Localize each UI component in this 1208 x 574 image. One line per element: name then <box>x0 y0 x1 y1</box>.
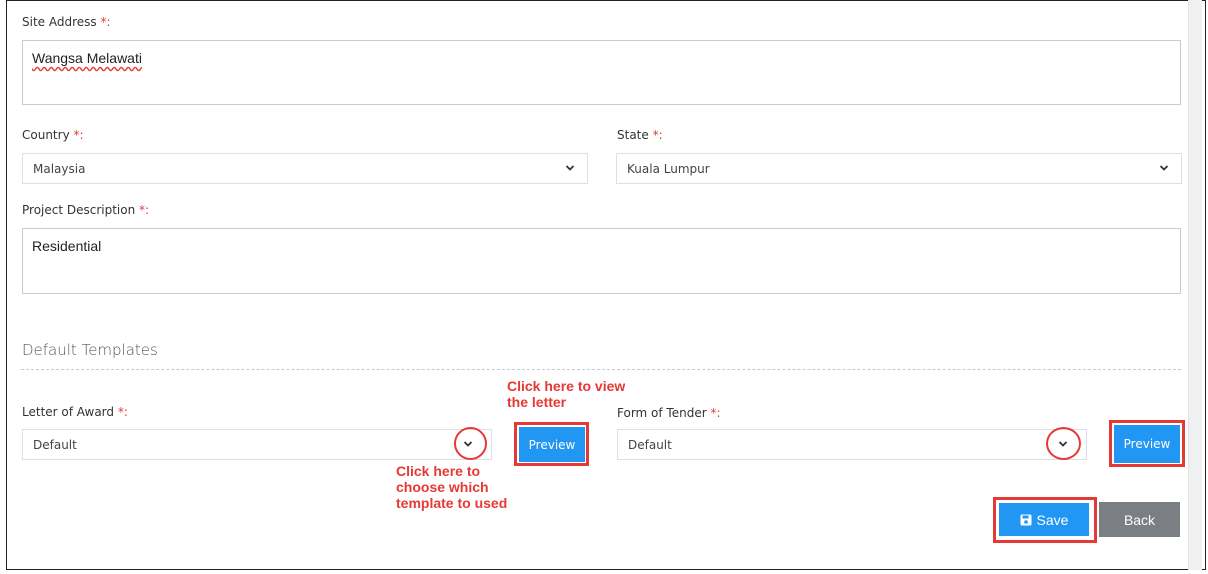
form-of-tender-label-text: Form of Tender <box>617 406 707 420</box>
country-select[interactable]: Malaysia <box>22 153 588 184</box>
country-value: Malaysia <box>33 161 86 176</box>
form-of-tender-value: Default <box>628 437 672 452</box>
project-description-label: Project Description *: <box>22 203 149 217</box>
default-templates-title: Default Templates <box>22 341 158 359</box>
letter-of-award-value: Default <box>33 437 77 452</box>
vertical-scrollbar[interactable] <box>1188 0 1202 570</box>
annotation-view-letter: Click here to view the letter <box>507 378 625 410</box>
state-label-text: State <box>617 128 649 142</box>
site-address-value: Wangsa Melawati <box>32 50 142 66</box>
state-value: Kuala Lumpur <box>627 161 710 176</box>
project-description-textarea[interactable]: Residential <box>22 228 1181 294</box>
state-label: State *: <box>617 128 663 142</box>
annotation-line: choose which <box>396 479 489 495</box>
chevron-down-icon <box>1159 165 1169 171</box>
country-label: Country *: <box>22 128 84 142</box>
annotation-line: template to used <box>396 495 508 511</box>
state-select[interactable]: Kuala Lumpur <box>616 153 1182 184</box>
letter-of-award-select[interactable]: Default <box>22 429 492 460</box>
required-mark: *: <box>73 128 84 142</box>
back-button[interactable]: Back <box>1099 502 1180 537</box>
required-mark: *: <box>710 406 721 420</box>
chevron-down-icon <box>565 165 575 171</box>
annotation-line: Click here to <box>396 463 481 479</box>
required-mark: *: <box>117 405 128 419</box>
required-mark: *: <box>139 203 150 217</box>
annotation-line: Click here to view <box>507 378 626 394</box>
country-label-text: Country <box>22 128 70 142</box>
required-mark: *: <box>652 128 663 142</box>
highlight-circle <box>454 427 487 460</box>
highlight-box <box>514 422 589 466</box>
project-description-label-text: Project Description <box>22 203 136 217</box>
letter-of-award-label-text: Letter of Award <box>22 405 115 419</box>
annotation-line: the letter <box>507 394 567 410</box>
highlight-circle <box>1046 427 1081 460</box>
letter-of-award-label: Letter of Award *: <box>22 405 128 419</box>
highlight-box <box>993 497 1097 543</box>
site-address-textarea[interactable]: Wangsa Melawati <box>22 40 1181 105</box>
site-address-label: Site Address *: <box>22 15 111 29</box>
form-of-tender-label: Form of Tender *: <box>617 406 721 420</box>
site-address-label-text: Site Address <box>22 15 97 29</box>
form-of-tender-select[interactable]: Default <box>617 429 1087 460</box>
annotation-choose-template: Click here to choose which template to u… <box>396 463 507 511</box>
project-description-value: Residential <box>32 238 102 254</box>
highlight-box <box>1109 420 1185 467</box>
section-divider <box>21 369 1181 370</box>
required-mark: *: <box>100 15 111 29</box>
